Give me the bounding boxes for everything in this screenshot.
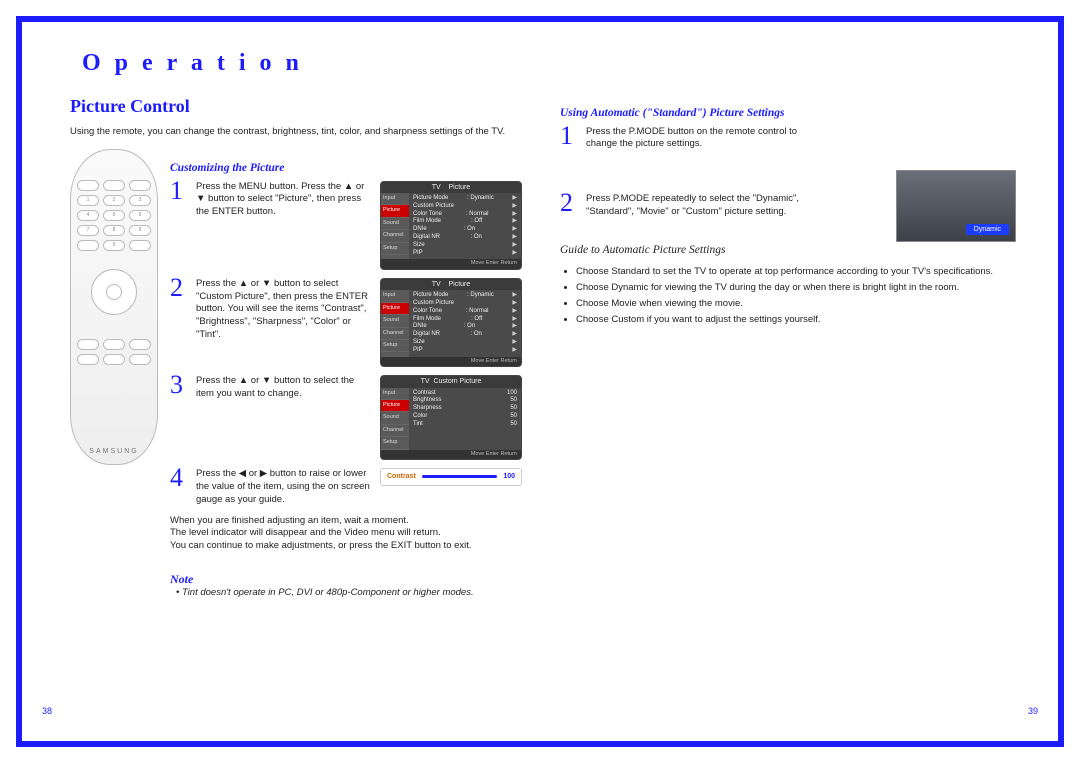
right-column: Using Automatic ("Standard") Picture Set… bbox=[560, 50, 1010, 713]
step-number: 2 bbox=[560, 193, 578, 219]
step-text: Press P.MODE repeatedly to select the "D… bbox=[586, 193, 806, 219]
step-text: Press the MENU button. Press the ▲ or ▼ … bbox=[196, 181, 372, 270]
left-column: Picture Control Using the remote, you ca… bbox=[70, 50, 520, 713]
right-step-1: 1 Press the P.MODE button on the remote … bbox=[560, 126, 1010, 152]
bullet-item: Choose Movie when viewing the movie. bbox=[576, 298, 1010, 311]
step-2: 2 Press the ▲ or ▼ button to select "Cus… bbox=[170, 278, 520, 367]
remote-control-illustration: 123 456 789 0 SAMSUNG bbox=[70, 149, 158, 465]
page-number-right: 39 bbox=[1028, 705, 1038, 717]
step-4: 4 Press the ◀ or ▶ button to raise or lo… bbox=[170, 468, 520, 506]
pmode-osd-preview: Dynamic bbox=[896, 170, 1016, 242]
osd-contrast-gauge: Contrast 100 bbox=[380, 468, 522, 485]
gauge-value: 100 bbox=[503, 472, 515, 481]
step-number: 4 bbox=[170, 468, 188, 506]
guide-bullets: Choose Standard to set the TV to operate… bbox=[576, 266, 1010, 326]
step-number: 2 bbox=[170, 278, 188, 367]
bullet-item: Choose Dynamic for viewing the TV during… bbox=[576, 282, 1010, 295]
step-number: 3 bbox=[170, 375, 188, 460]
pmode-tag: Dynamic bbox=[966, 224, 1009, 235]
note-body: • Tint doesn't operate in PC, DVI or 480… bbox=[186, 587, 520, 600]
remote-dpad-icon bbox=[91, 269, 137, 315]
page-number-left: 38 bbox=[42, 705, 52, 717]
step-text: Press the ▲ or ▼ button to select the it… bbox=[196, 375, 372, 460]
step-text: Press the ◀ or ▶ button to raise or lowe… bbox=[196, 468, 372, 506]
step-number: 1 bbox=[560, 126, 578, 152]
note-heading: Note bbox=[170, 571, 520, 587]
step-1: 1 Press the MENU button. Press the ▲ or … bbox=[170, 181, 520, 270]
step-3: 3 Press the ▲ or ▼ button to select the … bbox=[170, 375, 520, 460]
content-area: O p e r a t i o n Picture Control Using … bbox=[70, 50, 1010, 713]
step-number: 1 bbox=[170, 181, 188, 270]
closing-text-3: You can continue to make adjustments, or… bbox=[170, 540, 520, 553]
step-text: Press the P.MODE button on the remote co… bbox=[586, 126, 806, 152]
using-automatic-head: Using Automatic ("Standard") Picture Set… bbox=[560, 106, 1010, 122]
gauge-bar bbox=[422, 475, 498, 478]
remote-brand-label: SAMSUNG bbox=[71, 447, 157, 456]
gauge-label: Contrast bbox=[387, 472, 416, 481]
step-text: Press the ▲ or ▼ button to select "Custo… bbox=[196, 278, 372, 367]
bullet-item: Choose Standard to set the TV to operate… bbox=[576, 266, 1010, 279]
bullet-item: Choose Custom if you want to adjust the … bbox=[576, 314, 1010, 327]
osd-picture-menu: TV Picture Input Picture Sound Channel S… bbox=[380, 181, 522, 270]
osd-picture-menu-2: TV Picture Input Picture Sound Channel S… bbox=[380, 278, 522, 367]
closing-text-2: The level indicator will disappear and t… bbox=[170, 527, 520, 540]
closing-text-1: When you are finished adjusting an item,… bbox=[170, 515, 520, 528]
guide-heading: Guide to Automatic Picture Settings bbox=[560, 243, 1010, 259]
customizing-head: Customizing the Picture bbox=[170, 161, 520, 177]
intro-text: Using the remote, you can change the con… bbox=[70, 126, 520, 139]
osd-custom-picture: TV Custom Picture Input Picture Sound Ch… bbox=[380, 375, 522, 460]
steps-container: Customizing the Picture 1 Press the MENU… bbox=[170, 149, 520, 600]
page-border: O p e r a t i o n Picture Control Using … bbox=[16, 16, 1064, 747]
section-title: Picture Control bbox=[70, 94, 520, 118]
page-root: O p e r a t i o n Picture Control Using … bbox=[0, 0, 1080, 763]
